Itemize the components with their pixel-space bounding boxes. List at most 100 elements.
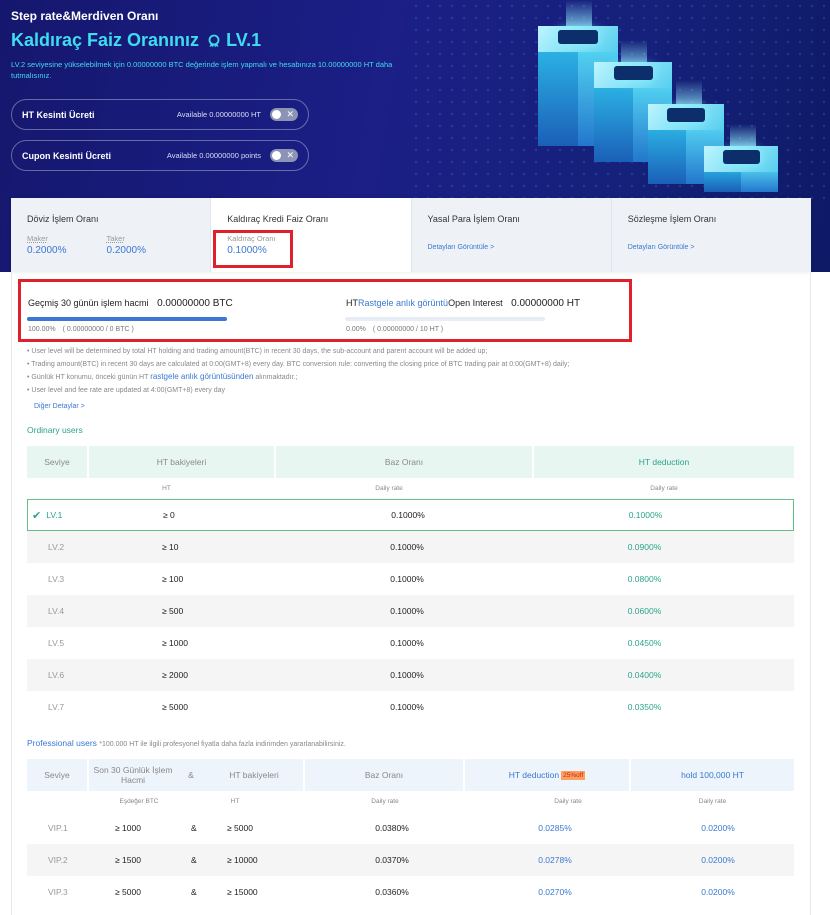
coupon-deduction-switch[interactable]: ✕ [270,149,298,162]
check-icon: ✔ [32,509,42,522]
table-row: LV.7 ≥ 5000 0.1000% 0.0350% [27,691,794,723]
ordinary-users-title: Ordinary users [27,425,83,435]
ht-balance-cell: ≥ 5000 [227,823,253,833]
snapshot-link[interactable]: Rastgele anlık görüntü [358,298,448,308]
table-row: VIP.3 ≥ 5000 & ≥ 15000 0.0360% 0.0270% 0.0200% [27,876,794,908]
level-notes: • User level will be determined by total… [27,346,569,397]
col-level: Seviye [27,446,89,478]
base-rate-cell: 0.0380% [375,823,409,833]
level-text: LV.3 [48,574,65,584]
col-base-rate: Baz Oranı [305,759,465,791]
base-rate-cell: 0.0370% [375,855,409,865]
fee-tabs: Döviz İşlem Oranı Maker 0.2000% Taker 0.… [11,198,811,272]
volume-progress-label: Geçmiş 30 günün işlem hacmi 0.00000000 B… [28,298,233,309]
volume-progress-fill [27,317,227,321]
tab-contract-fee-title: Sözleşme İşlem Oranı [627,214,717,224]
maker-value: 0.2000% [27,245,67,256]
level-cell: VIP.3 [48,887,68,897]
ht-balance-cell: ≥ 100 [162,574,184,584]
highlight-box-rate [213,230,293,268]
ht-progress-detail: 0.00% ( 0.00000000 / 10 HT ) [346,326,443,333]
contract-details-link[interactable]: Detayları Görüntüle > [628,244,795,251]
ht-deduction-switch[interactable]: ✕ [270,108,298,121]
ht-balance-cell: ≥ 0 [163,510,175,520]
level-cell: LV.3 [27,574,147,584]
ht-deduction-cell: 0.0278% [538,855,572,865]
col-ht-deduction: HT deduction 25%off [465,759,631,791]
tab-fiat-fee-title: Yasal Para İşlem Oranı [427,214,520,224]
light-beam [730,124,756,148]
discount-badge: 25%off [561,770,586,780]
ht-balance-cell: ≥ 10 [162,542,179,552]
ht-progress-track [345,317,545,321]
hold-ht-cell: 0.0200% [701,823,735,833]
professional-table-header: Seviye Son 30 Günlük İşlem Hacmi & HT ba… [27,759,794,791]
taker-fee: Taker 0.2000% [106,234,145,256]
volume-percent: 100.00% [28,326,56,333]
ht-balance-cell: ≥ 10000 [227,855,258,865]
ht-balance-cell: ≥ 500 [162,606,184,616]
level-cell: LV.4 [27,606,147,616]
level-badge-icon [208,34,220,47]
fiat-details-link[interactable]: Detayları Görüntüle > [428,244,595,251]
level-cell: LV.6 [27,670,147,680]
level-text: LV.6 [48,670,65,680]
base-rate-cell: 0.1000% [390,574,424,584]
and-cell: & [191,823,197,833]
more-details-link[interactable]: Diğer Detaylar > [34,403,85,410]
base-rate-cell: 0.1000% [391,510,425,520]
professional-note: *100.000 HT ile ilgili profesyonel fiyat… [99,741,346,748]
base-rate-cell: 0.1000% [390,702,424,712]
and-cell: & [191,855,197,865]
base-rate-cell: 0.1000% [390,606,424,616]
col-ht-balance: HT bakiyeleri [205,759,305,791]
tab-contract-fee[interactable]: Sözleşme İşlem Oranı Detayları Görüntüle… [611,198,811,272]
table-row: LV.2 ≥ 10 0.1000% 0.0900% [27,531,794,563]
taker-value: 0.2000% [106,245,146,256]
ht-balance-cell: ≥ 5000 [162,702,188,712]
coupon-deduction-label: Cupon Kesinti Ücreti [22,150,112,161]
ht-deduction-toggle-row: HT Kesinti Ücreti Available 0.00000000 H… [11,99,309,130]
tab-margin-interest-title: Kaldıraç Kredi Faiz Oranı [227,214,329,224]
snapshot-note-link[interactable]: rastgele anlık görüntüsünden [150,372,253,381]
switch-knob [272,110,281,119]
page-root: Step rate&Merdiven Oranı Kaldıraç Faiz O… [0,0,830,915]
col-ht-balance: HT bakiyeleri [89,446,276,478]
level-cell: VIP.2 [48,855,68,865]
ht-deduction-cell: 0.0350% [627,702,662,712]
ht-deduction-cell: 0.0270% [538,887,572,897]
table-row: LV.4 ≥ 500 0.1000% 0.0600% [27,595,794,627]
ht-deduction-cell: 0.0400% [627,670,662,680]
content-border-right [810,272,811,915]
tab-fiat-fee[interactable]: Yasal Para İşlem Oranı Detayları Görüntü… [411,198,612,272]
volume-progress-detail: 100.00% ( 0.00000000 / 0 BTC ) [28,326,134,333]
ht-deduction-cell: 0.0450% [627,638,662,648]
table-row: LV.6 ≥ 2000 0.1000% 0.0400% [27,659,794,691]
taker-label: Taker [106,234,125,243]
ht-progress-label: HTRastgele anlık görüntüOpen Interest 0.… [346,298,580,309]
volume-value: 0.00000000 BTC [157,298,233,309]
professional-table-subheader: Eşdeğer BTC HT Daily rate Daily rate Dai… [119,798,727,805]
level-cell: LV.5 [27,638,147,648]
spot-fee-values: Maker 0.2000% Taker 0.2000% [27,234,194,256]
tab-spot-fee-title: Döviz İşlem Oranı [27,214,99,224]
ht-balance-cell: ≥ 1000 [162,638,188,648]
ht-percent: 0.00% [346,326,366,333]
ordinary-table-header: Seviye HT bakiyeleri Baz Oranı HT deduct… [27,446,794,478]
level-cell: ✔ LV.1 [28,509,148,522]
professional-users-title: Professional users *100.000 HT ile ilgil… [27,738,346,748]
professional-table-body: VIP.1 ≥ 1000 & ≥ 5000 0.0380% 0.0285% 0.0200% V… [27,812,794,908]
col-hold-ht: hold 100,000 HT [681,770,744,780]
col-volume: Son 30 Günlük İşlem Hacmi [93,765,173,785]
level-text: LV.1 [46,510,63,520]
tab-spot-fee[interactable]: Döviz İşlem Oranı Maker 0.2000% Taker 0.… [11,198,212,272]
base-rate-cell: 0.1000% [390,670,424,680]
level-text: LV.2 [48,542,65,552]
level-text: LV.5 [48,638,65,648]
hero-title-text: Kaldıraç Faiz Oranınız [11,30,200,50]
table-row: VIP.1 ≥ 1000 & ≥ 5000 0.0380% 0.0285% 0.0200% [27,812,794,844]
level-text: LV.4 [48,606,65,616]
col-and: & [188,770,194,780]
maker-label: Maker [27,234,48,243]
col-ht-deduction: HT deduction [638,457,690,467]
